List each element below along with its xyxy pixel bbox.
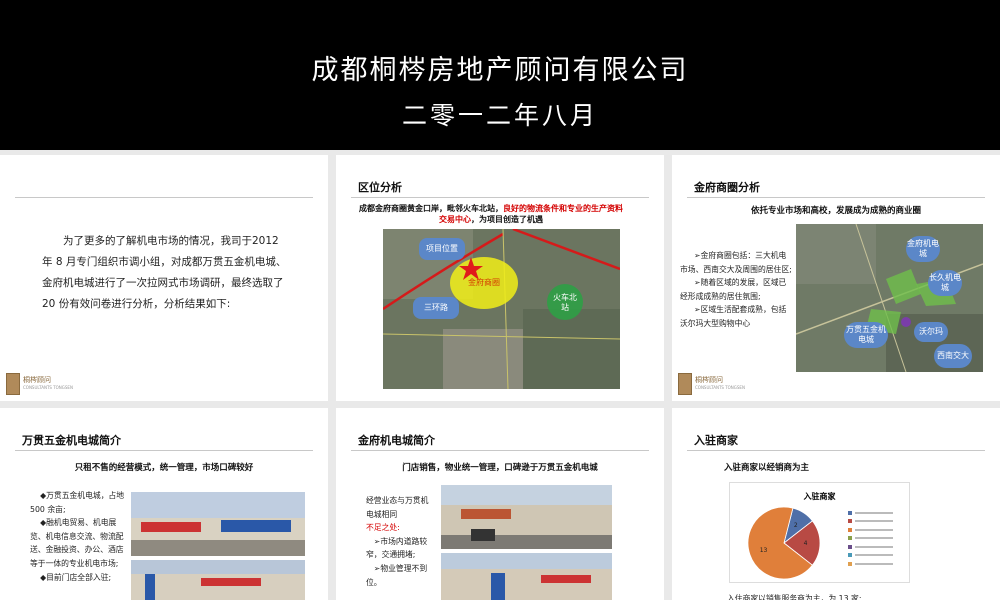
logo-subtext: CONSULTANTS TONGSEN <box>695 385 745 390</box>
bullet-item: ➢随着区域的发展，区域已经形成成熟的居住氛围; <box>680 278 787 301</box>
slide-title: 金府商圈分析 <box>694 181 760 194</box>
label-jinfu-circle: 金府商圈 <box>468 278 500 287</box>
legend-entry <box>848 526 906 533</box>
bullet-item: ◆融机电贸易、机电展览、机电信息交流、物流配送、金融投资、办公、酒店等于一体的专… <box>30 518 124 568</box>
bullet-item: ➢物业管理不到位。 <box>366 563 428 587</box>
label-project: 项目位置 <box>419 238 465 260</box>
bullet-item: ➢区域生活配套成熟，包括沃尔玛大型购物中心 <box>680 305 787 328</box>
seal-icon <box>678 373 692 395</box>
label-swjtu: 西南交大 <box>934 344 972 368</box>
slide-thumbnail-business-district[interactable]: 金府商圈分析 依托专业市场和高校，发展成为成熟的商业圈 ➢金府商圈包括：三大机电… <box>672 155 1000 401</box>
intro-text: 为了更多的了解机电市场的情况，我司于2012 年 8 月专门组织市调小组，对成都… <box>42 235 287 310</box>
divider <box>15 197 313 198</box>
slide-subtitle: 依托专业市场和高校，发展成为成熟的商业圈 <box>750 206 921 216</box>
company-logo: 桐梣顾问 CONSULTANTS TONGSEN <box>6 373 73 395</box>
slide-title: 金府机电城简介 <box>358 434 435 447</box>
market-photo <box>441 485 612 549</box>
legend-swatch <box>848 553 852 557</box>
label-changjiu-mall: 长久机电城 <box>928 270 962 296</box>
label-ring-road: 三环路 <box>413 297 459 319</box>
pie-chart: 2 4 13 <box>747 506 821 580</box>
slide-subtitle: 只租不售的经营模式，统一管理，市场口碑较好 <box>74 463 254 473</box>
divider <box>687 197 985 198</box>
market-photo <box>131 560 305 600</box>
legend-swatch <box>848 561 852 566</box>
divider <box>351 197 649 198</box>
label-walmart: 沃尔玛 <box>914 322 948 342</box>
slide-thumbnail-tenants[interactable]: 入驻商家 入驻商家以经销商为主 入驻商家 2 4 13 入住商家以销售服务商为主，为… <box>672 408 1000 600</box>
slide-title: 区位分析 <box>358 181 402 194</box>
bullet-item: ➢金府商圈包括：三大机电市场、西南交大及周围的居住区; <box>680 251 792 274</box>
legend-entry <box>848 509 906 516</box>
legend-entry <box>848 518 906 525</box>
slide-subtitle: 门店销售，物业统一管理，口碑逊于万贯五金机电城 <box>402 463 598 473</box>
market-photo <box>131 492 305 556</box>
legend-entry <box>848 543 906 550</box>
chart-title: 入驻商家 <box>803 492 836 501</box>
logo-text: 桐梣顾问 <box>695 376 723 384</box>
legend-entry <box>848 552 906 559</box>
legend-swatch <box>848 527 852 532</box>
divider <box>15 450 313 451</box>
pie-slice-label: 2 <box>794 522 798 529</box>
slide-title: 万贯五金机电城简介 <box>22 434 121 447</box>
legend-swatch <box>848 510 852 515</box>
legend-entry <box>848 560 906 567</box>
slide-subtitle: 成都金府商圈黄金口岸，毗邻火车北站，良好的物流条件和专业的生产资料交易中心，为项… <box>359 204 623 224</box>
logo-text: 桐梣顾问 <box>23 376 51 384</box>
date-subtitle: 二零一二年八月 <box>401 101 598 130</box>
location-map: 项目位置 金府商圈 三环路 火车北站 <box>383 229 620 389</box>
bullet-list: ◆万贯五金机电城，占地 500 余亩; ◆融机电贸易、机电展览、机电信息交流、物… <box>30 489 126 584</box>
pie-slice-label: 13 <box>760 547 768 554</box>
tenant-summary: 入住商家以销售服务商为主，为 13 家; <box>727 594 862 600</box>
legend-swatch <box>848 544 852 549</box>
legend-swatch <box>848 519 852 523</box>
label-jinfu-mall: 金府机电城 <box>906 236 940 262</box>
divider <box>351 450 649 451</box>
company-title: 成都桐梣房地产顾问有限公司 <box>311 55 689 86</box>
divider <box>687 450 985 451</box>
slide-thumbnail-wanguan[interactable]: 万贯五金机电城简介 只租不售的经营模式，统一管理，市场口碑较好 ◆万贯五金机电城… <box>0 408 328 600</box>
pie-slice-label: 4 <box>804 540 808 547</box>
logo-subtext: CONSULTANTS TONGSEN <box>23 385 73 390</box>
title-banner: 成都桐梣房地产顾问有限公司 二零一二年八月 <box>0 0 1000 150</box>
slide-thumbnail-jinfu[interactable]: 金府机电城简介 门店销售，物业统一管理，口碑逊于万贯五金机电城 经营业态与万贯机… <box>336 408 664 600</box>
legend-swatch <box>848 536 852 540</box>
bullet-item: ◆万贯五金机电城，占地 500 余亩; <box>30 491 125 514</box>
district-map: 金府机电城 长久机电城 万贯五金机电城 沃尔玛 西南交大 <box>796 224 983 372</box>
slide-title: 入驻商家 <box>694 434 738 447</box>
company-logo: 桐梣顾问 CONSULTANTS TONGSEN <box>678 373 745 395</box>
tenant-chart: 入驻商家 2 4 13 <box>729 482 910 583</box>
text-line: 经营业态与万贯机电城相同 <box>366 496 429 519</box>
label-north-station: 火车北站 <box>553 293 577 312</box>
text-block: 经营业态与万贯机电城相同 不足之处: ➢市场内道路较窄，交通拥堵; ➢物业管理不… <box>366 494 434 589</box>
market-photo <box>441 553 612 600</box>
chart-legend <box>848 509 906 569</box>
bullet-list: ➢金府商圈包括：三大机电市场、西南交大及周围的居住区; ➢随着区域的发展，区域已… <box>680 249 792 331</box>
legend-entry <box>848 535 906 542</box>
bullet-item: ➢市场内道路较窄，交通拥堵; <box>366 536 428 560</box>
slide-thumbnail-location[interactable]: 区位分析 成都金府商圈黄金口岸，毗邻火车北站，良好的物流条件和专业的生产资料交易… <box>336 155 664 401</box>
weakness-label: 不足之处: <box>366 523 400 533</box>
bullet-item: ◆目前门店全部入驻; <box>40 572 112 582</box>
label-wanguan-mall: 万贯五金机电城 <box>844 322 888 348</box>
seal-icon <box>6 373 20 395</box>
slide-thumbnail-intro[interactable]: 为了更多的了解机电市场的情况，我司于2012 年 8 月专门组织市调小组，对成都… <box>0 155 328 401</box>
slide-subtitle: 入驻商家以经销商为主 <box>724 463 810 473</box>
